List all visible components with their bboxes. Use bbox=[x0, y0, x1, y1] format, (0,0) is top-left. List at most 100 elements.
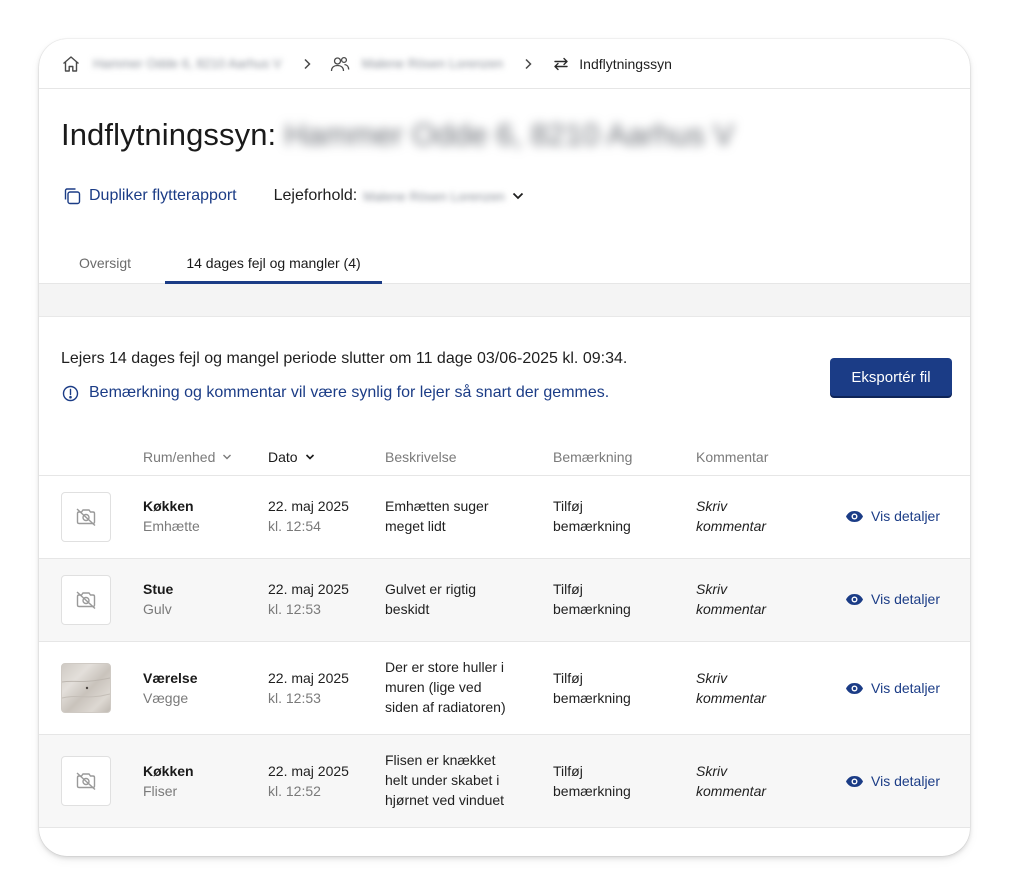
row-description-line: meget lidt bbox=[385, 518, 446, 534]
page-title-address: Hammer Odde 6, 8210 Aarhus V bbox=[284, 117, 735, 152]
page-title: Indflytningssyn: Hammer Odde 6, 8210 Aar… bbox=[61, 117, 734, 153]
camera-off-icon bbox=[76, 591, 96, 610]
report-card: Hammer Odde 6, 8210 Aarhus V Malene Röse… bbox=[39, 39, 970, 856]
write-comment-link[interactable]: Skriv kommentar bbox=[696, 496, 766, 536]
chevron-right-icon bbox=[521, 57, 535, 71]
lease-label: Lejeforhold: bbox=[273, 187, 358, 204]
table-row[interactable]: Værelse Vægge 22. maj 2025 kl. 12:53 Der… bbox=[39, 642, 970, 735]
table-row[interactable]: Køkken Emhætte 22. maj 2025 kl. 12:54 Em… bbox=[39, 476, 970, 559]
row-description-line: muren (lige ved bbox=[385, 679, 482, 695]
view-details-button[interactable]: Vis detaljer bbox=[844, 680, 940, 696]
table-row[interactable]: Køkken Fliser 22. maj 2025 kl. 12:52 Fli… bbox=[39, 735, 970, 828]
write-comment-line: Skriv bbox=[696, 763, 728, 779]
table-row[interactable]: Stue Gulv 22. maj 2025 kl. 12:53 Gulvet … bbox=[39, 559, 970, 642]
row-date: 22. maj 2025 bbox=[268, 763, 349, 779]
row-date: 22. maj 2025 bbox=[268, 670, 349, 686]
add-remark-link[interactable]: Tilføj bemærkning bbox=[553, 496, 631, 536]
add-remark-link[interactable]: Tilføj bemærkning bbox=[553, 668, 631, 708]
row-date: 22. maj 2025 bbox=[268, 498, 349, 514]
write-comment-line: kommentar bbox=[696, 783, 767, 799]
chevron-down-icon bbox=[511, 189, 525, 203]
period-info: Lejers 14 dages fejl og mangel periode s… bbox=[61, 350, 628, 367]
write-comment-link[interactable]: Skriv kommentar bbox=[696, 761, 766, 801]
row-unit: Vægge bbox=[143, 690, 189, 706]
add-remark-line: bemærkning bbox=[553, 690, 631, 706]
breadcrumb-tenant-name: Malene Rösen Lorenzen bbox=[361, 56, 504, 71]
view-details-button[interactable]: Vis detaljer bbox=[844, 508, 940, 524]
write-comment-link[interactable]: Skriv kommentar bbox=[696, 668, 766, 708]
camera-off-icon bbox=[76, 772, 96, 791]
row-time: kl. 12:54 bbox=[268, 518, 321, 534]
row-room: Stue bbox=[143, 581, 174, 597]
duplicate-report-button[interactable]: Dupliker flytterapport bbox=[61, 185, 237, 207]
column-room-label: Rum/enhed bbox=[143, 449, 216, 465]
row-description-line: siden af radiatoren) bbox=[385, 699, 506, 715]
duplicate-report-label: Dupliker flytterapport bbox=[89, 187, 237, 204]
tab-bar: Oversigt 14 dages fejl og mangler (4) bbox=[39, 246, 970, 284]
row-description-line: Flisen er knækket bbox=[385, 752, 496, 768]
chevron-down-icon bbox=[304, 451, 316, 463]
add-remark-link[interactable]: Tilføj bemærkning bbox=[553, 579, 631, 619]
row-unit: Fliser bbox=[143, 783, 178, 799]
camera-off-icon bbox=[76, 508, 96, 527]
add-remark-line: Tilføj bbox=[553, 763, 583, 779]
lease-value: Malene Rösen Lorenzen bbox=[363, 188, 505, 204]
table-header: Rum/enhed Dato Beskrivelse Bemærkning Ko… bbox=[39, 440, 970, 476]
column-comment: Kommentar bbox=[696, 449, 769, 465]
view-details-button[interactable]: Vis detaljer bbox=[844, 591, 940, 607]
view-details-label: Vis detaljer bbox=[871, 680, 941, 696]
row-description-line: hjørnet ved vinduet bbox=[385, 792, 505, 808]
visibility-notice: Bemærkning og kommentar vil være synlig … bbox=[61, 384, 609, 402]
row-description-line: helt under skabet i bbox=[385, 772, 500, 788]
breadcrumb-tenant[interactable]: Malene Rösen Lorenzen bbox=[330, 54, 504, 74]
eye-icon bbox=[844, 592, 864, 606]
breadcrumb-address: Hammer Odde 6, 8210 Aarhus V bbox=[93, 56, 282, 71]
export-file-button[interactable]: Eksportér fil bbox=[830, 358, 952, 396]
row-unit: Gulv bbox=[143, 601, 172, 617]
tab-defects[interactable]: 14 dages fejl og mangler (4) bbox=[165, 246, 382, 284]
row-room: Køkken bbox=[143, 498, 194, 514]
column-date-label: Dato bbox=[268, 449, 298, 465]
breadcrumb: Hammer Odde 6, 8210 Aarhus V Malene Röse… bbox=[39, 39, 970, 89]
view-details-button[interactable]: Vis detaljer bbox=[844, 773, 940, 789]
home-icon bbox=[61, 54, 81, 74]
tab-overview[interactable]: Oversigt bbox=[61, 246, 149, 284]
row-room: Køkken bbox=[143, 763, 194, 779]
column-date[interactable]: Dato bbox=[268, 449, 316, 465]
add-remark-line: bemærkning bbox=[553, 601, 631, 617]
row-description-line: Der er store huller i bbox=[385, 659, 505, 675]
view-details-label: Vis detaljer bbox=[871, 773, 941, 789]
eye-icon bbox=[844, 681, 864, 695]
defect-photo-thumbnail[interactable] bbox=[61, 663, 111, 713]
column-room[interactable]: Rum/enhed bbox=[143, 449, 233, 465]
no-photo-thumbnail[interactable] bbox=[61, 575, 111, 625]
row-description-line: Emhætten suger bbox=[385, 498, 489, 514]
eye-icon bbox=[844, 509, 864, 523]
column-remark: Bemærkning bbox=[553, 449, 633, 465]
column-description: Beskrivelse bbox=[385, 449, 457, 465]
row-description: Gulvet er rigtig beskidt bbox=[385, 579, 476, 619]
write-comment-line: kommentar bbox=[696, 601, 767, 617]
write-comment-line: kommentar bbox=[696, 690, 767, 706]
no-photo-thumbnail[interactable] bbox=[61, 492, 111, 542]
wall-photo-icon bbox=[62, 677, 110, 699]
no-photo-thumbnail[interactable] bbox=[61, 756, 111, 806]
write-comment-link[interactable]: Skriv kommentar bbox=[696, 579, 766, 619]
view-details-label: Vis detaljer bbox=[871, 591, 941, 607]
header-actions: Dupliker flytterapport Lejeforhold: Male… bbox=[61, 184, 525, 208]
page-title-text: Indflytningssyn: bbox=[61, 117, 277, 152]
visibility-notice-text: Bemærkning og kommentar vil være synlig … bbox=[89, 384, 610, 401]
add-remark-line: bemærkning bbox=[553, 518, 631, 534]
lease-selector[interactable]: Lejeforhold: Malene Rösen Lorenzen bbox=[274, 187, 525, 205]
breadcrumb-current: Indflytningssyn bbox=[551, 54, 672, 74]
add-remark-link[interactable]: Tilføj bemærkning bbox=[553, 761, 631, 801]
write-comment-line: Skriv bbox=[696, 498, 728, 514]
add-remark-line: bemærkning bbox=[553, 783, 631, 799]
row-time: kl. 12:53 bbox=[268, 690, 321, 706]
row-time: kl. 12:52 bbox=[268, 783, 321, 799]
add-remark-line: Tilføj bbox=[553, 581, 583, 597]
row-time: kl. 12:53 bbox=[268, 601, 321, 617]
breadcrumb-property[interactable]: Hammer Odde 6, 8210 Aarhus V bbox=[61, 54, 282, 74]
row-description: Flisen er knækket helt under skabet i hj… bbox=[385, 750, 504, 810]
transfer-arrows-icon bbox=[551, 54, 571, 74]
